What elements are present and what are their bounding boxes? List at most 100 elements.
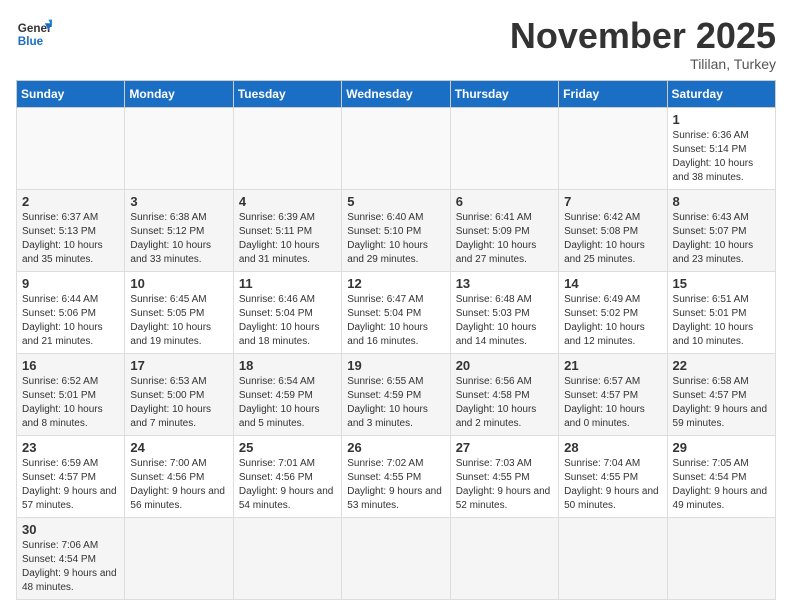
day-number: 7 — [564, 194, 661, 209]
day-info: Sunrise: 7:02 AM Sunset: 4:55 PM Dayligh… — [347, 457, 444, 513]
calendar-cell — [667, 517, 775, 599]
day-number: 18 — [239, 358, 336, 373]
calendar-cell: 16 Sunrise: 6:52 AM Sunset: 5:01 PM Dayli… — [17, 353, 125, 435]
day-info: Sunrise: 6:41 AM Sunset: 5:09 PM Dayligh… — [456, 211, 553, 267]
day-info: Sunrise: 6:59 AM Sunset: 4:57 PM Dayligh… — [22, 457, 119, 513]
weekday-header-wednesday: Wednesday — [342, 80, 450, 107]
day-number: 15 — [673, 276, 770, 291]
calendar-cell — [450, 107, 558, 189]
day-info: Sunrise: 7:06 AM Sunset: 4:54 PM Dayligh… — [22, 539, 119, 595]
svg-text:Blue: Blue — [18, 35, 44, 48]
day-number: 26 — [347, 440, 444, 455]
day-number: 2 — [22, 194, 119, 209]
calendar-cell: 7 Sunrise: 6:42 AM Sunset: 5:08 PM Daylig… — [559, 189, 667, 271]
day-info: Sunrise: 6:53 AM Sunset: 5:00 PM Dayligh… — [130, 375, 227, 431]
day-number: 17 — [130, 358, 227, 373]
calendar-week-row: 9Sunrise: 6:44 AM Sunset: 5:06 PM Daylig… — [17, 271, 776, 353]
day-info: Sunrise: 6:57 AM Sunset: 4:57 PM Dayligh… — [564, 375, 661, 431]
weekday-header-row: SundayMondayTuesdayWednesdayThursdayFrid… — [17, 80, 776, 107]
calendar-cell: 26 Sunrise: 7:02 AM Sunset: 4:55 PM Dayli… — [342, 435, 450, 517]
day-info: Sunrise: 6:40 AM Sunset: 5:10 PM Dayligh… — [347, 211, 444, 267]
day-info: Sunrise: 6:45 AM Sunset: 5:05 PM Dayligh… — [130, 293, 227, 349]
day-info: Sunrise: 6:52 AM Sunset: 5:01 PM Dayligh… — [22, 375, 119, 431]
day-info: Sunrise: 6:55 AM Sunset: 4:59 PM Dayligh… — [347, 375, 444, 431]
day-info: Sunrise: 6:37 AM Sunset: 5:13 PM Dayligh… — [22, 211, 119, 267]
day-info: Sunrise: 6:36 AM Sunset: 5:14 PM Dayligh… — [673, 129, 770, 185]
day-info: Sunrise: 6:43 AM Sunset: 5:07 PM Dayligh… — [673, 211, 770, 267]
calendar-cell: 28 Sunrise: 7:04 AM Sunset: 4:55 PM Dayli… — [559, 435, 667, 517]
calendar-table: SundayMondayTuesdayWednesdayThursdayFrid… — [16, 80, 776, 600]
calendar-cell: 5 Sunrise: 6:40 AM Sunset: 5:10 PM Daylig… — [342, 189, 450, 271]
day-info: Sunrise: 7:01 AM Sunset: 4:56 PM Dayligh… — [239, 457, 336, 513]
calendar-cell: 9Sunrise: 6:44 AM Sunset: 5:06 PM Daylig… — [17, 271, 125, 353]
weekday-header-saturday: Saturday — [667, 80, 775, 107]
calendar-cell: 1 Sunrise: 6:36 AM Sunset: 5:14 PM Daylig… — [667, 107, 775, 189]
day-info: Sunrise: 7:04 AM Sunset: 4:55 PM Dayligh… — [564, 457, 661, 513]
day-info: Sunrise: 6:58 AM Sunset: 4:57 PM Dayligh… — [673, 375, 770, 431]
day-info: Sunrise: 6:48 AM Sunset: 5:03 PM Dayligh… — [456, 293, 553, 349]
day-info: Sunrise: 7:05 AM Sunset: 4:54 PM Dayligh… — [673, 457, 770, 513]
day-number: 28 — [564, 440, 661, 455]
calendar-cell: 13 Sunrise: 6:48 AM Sunset: 5:03 PM Dayli… — [450, 271, 558, 353]
day-number: 25 — [239, 440, 336, 455]
calendar-cell — [17, 107, 125, 189]
calendar-cell — [559, 107, 667, 189]
calendar-cell: 2 Sunrise: 6:37 AM Sunset: 5:13 PM Daylig… — [17, 189, 125, 271]
calendar-cell — [233, 107, 341, 189]
day-number: 12 — [347, 276, 444, 291]
day-number: 3 — [130, 194, 227, 209]
calendar-cell: 25 Sunrise: 7:01 AM Sunset: 4:56 PM Dayli… — [233, 435, 341, 517]
day-number: 16 — [22, 358, 119, 373]
calendar-week-row: 23Sunrise: 6:59 AM Sunset: 4:57 PM Dayli… — [17, 435, 776, 517]
calendar-cell: 23Sunrise: 6:59 AM Sunset: 4:57 PM Dayli… — [17, 435, 125, 517]
day-number: 29 — [673, 440, 770, 455]
calendar-cell: 24Sunrise: 7:00 AM Sunset: 4:56 PM Dayli… — [125, 435, 233, 517]
calendar-cell: 29 Sunrise: 7:05 AM Sunset: 4:54 PM Dayli… — [667, 435, 775, 517]
day-number: 19 — [347, 358, 444, 373]
calendar-week-row: 1 Sunrise: 6:36 AM Sunset: 5:14 PM Daylig… — [17, 107, 776, 189]
day-number: 6 — [456, 194, 553, 209]
calendar-cell: 22 Sunrise: 6:58 AM Sunset: 4:57 PM Dayli… — [667, 353, 775, 435]
calendar-cell: 4Sunrise: 6:39 AM Sunset: 5:11 PM Daylig… — [233, 189, 341, 271]
day-info: Sunrise: 7:00 AM Sunset: 4:56 PM Dayligh… — [130, 457, 227, 513]
calendar-cell — [342, 107, 450, 189]
day-number: 22 — [673, 358, 770, 373]
weekday-header-friday: Friday — [559, 80, 667, 107]
logo-icon: General Blue — [16, 16, 52, 52]
calendar-cell: 6 Sunrise: 6:41 AM Sunset: 5:09 PM Daylig… — [450, 189, 558, 271]
day-number: 10 — [130, 276, 227, 291]
page-header: General Blue November 2025 Tililan, Turk… — [16, 16, 776, 72]
day-number: 4 — [239, 194, 336, 209]
day-info: Sunrise: 6:42 AM Sunset: 5:08 PM Dayligh… — [564, 211, 661, 267]
day-number: 21 — [564, 358, 661, 373]
month-title: November 2025 — [510, 16, 776, 56]
calendar-cell: 17 Sunrise: 6:53 AM Sunset: 5:00 PM Dayli… — [125, 353, 233, 435]
day-info: Sunrise: 6:54 AM Sunset: 4:59 PM Dayligh… — [239, 375, 336, 431]
logo: General Blue — [16, 16, 52, 52]
day-number: 13 — [456, 276, 553, 291]
calendar-week-row: 30 Sunrise: 7:06 AM Sunset: 4:54 PM Dayli… — [17, 517, 776, 599]
day-info: Sunrise: 6:46 AM Sunset: 5:04 PM Dayligh… — [239, 293, 336, 349]
calendar-cell — [125, 517, 233, 599]
calendar-cell: 21 Sunrise: 6:57 AM Sunset: 4:57 PM Dayli… — [559, 353, 667, 435]
calendar-cell: 30 Sunrise: 7:06 AM Sunset: 4:54 PM Dayli… — [17, 517, 125, 599]
day-number: 1 — [673, 112, 770, 127]
calendar-cell: 8Sunrise: 6:43 AM Sunset: 5:07 PM Daylig… — [667, 189, 775, 271]
calendar-cell: 18 Sunrise: 6:54 AM Sunset: 4:59 PM Dayli… — [233, 353, 341, 435]
calendar-cell: 15Sunrise: 6:51 AM Sunset: 5:01 PM Dayli… — [667, 271, 775, 353]
day-number: 5 — [347, 194, 444, 209]
calendar-cell: 12Sunrise: 6:47 AM Sunset: 5:04 PM Dayli… — [342, 271, 450, 353]
calendar-week-row: 2 Sunrise: 6:37 AM Sunset: 5:13 PM Daylig… — [17, 189, 776, 271]
calendar-week-row: 16 Sunrise: 6:52 AM Sunset: 5:01 PM Dayli… — [17, 353, 776, 435]
calendar-cell: 14Sunrise: 6:49 AM Sunset: 5:02 PM Dayli… — [559, 271, 667, 353]
day-info: Sunrise: 6:38 AM Sunset: 5:12 PM Dayligh… — [130, 211, 227, 267]
day-number: 11 — [239, 276, 336, 291]
weekday-header-thursday: Thursday — [450, 80, 558, 107]
day-info: Sunrise: 6:56 AM Sunset: 4:58 PM Dayligh… — [456, 375, 553, 431]
day-info: Sunrise: 6:49 AM Sunset: 5:02 PM Dayligh… — [564, 293, 661, 349]
calendar-cell — [233, 517, 341, 599]
weekday-header-tuesday: Tuesday — [233, 80, 341, 107]
day-number: 30 — [22, 522, 119, 537]
day-number: 27 — [456, 440, 553, 455]
day-info: Sunrise: 6:44 AM Sunset: 5:06 PM Dayligh… — [22, 293, 119, 349]
